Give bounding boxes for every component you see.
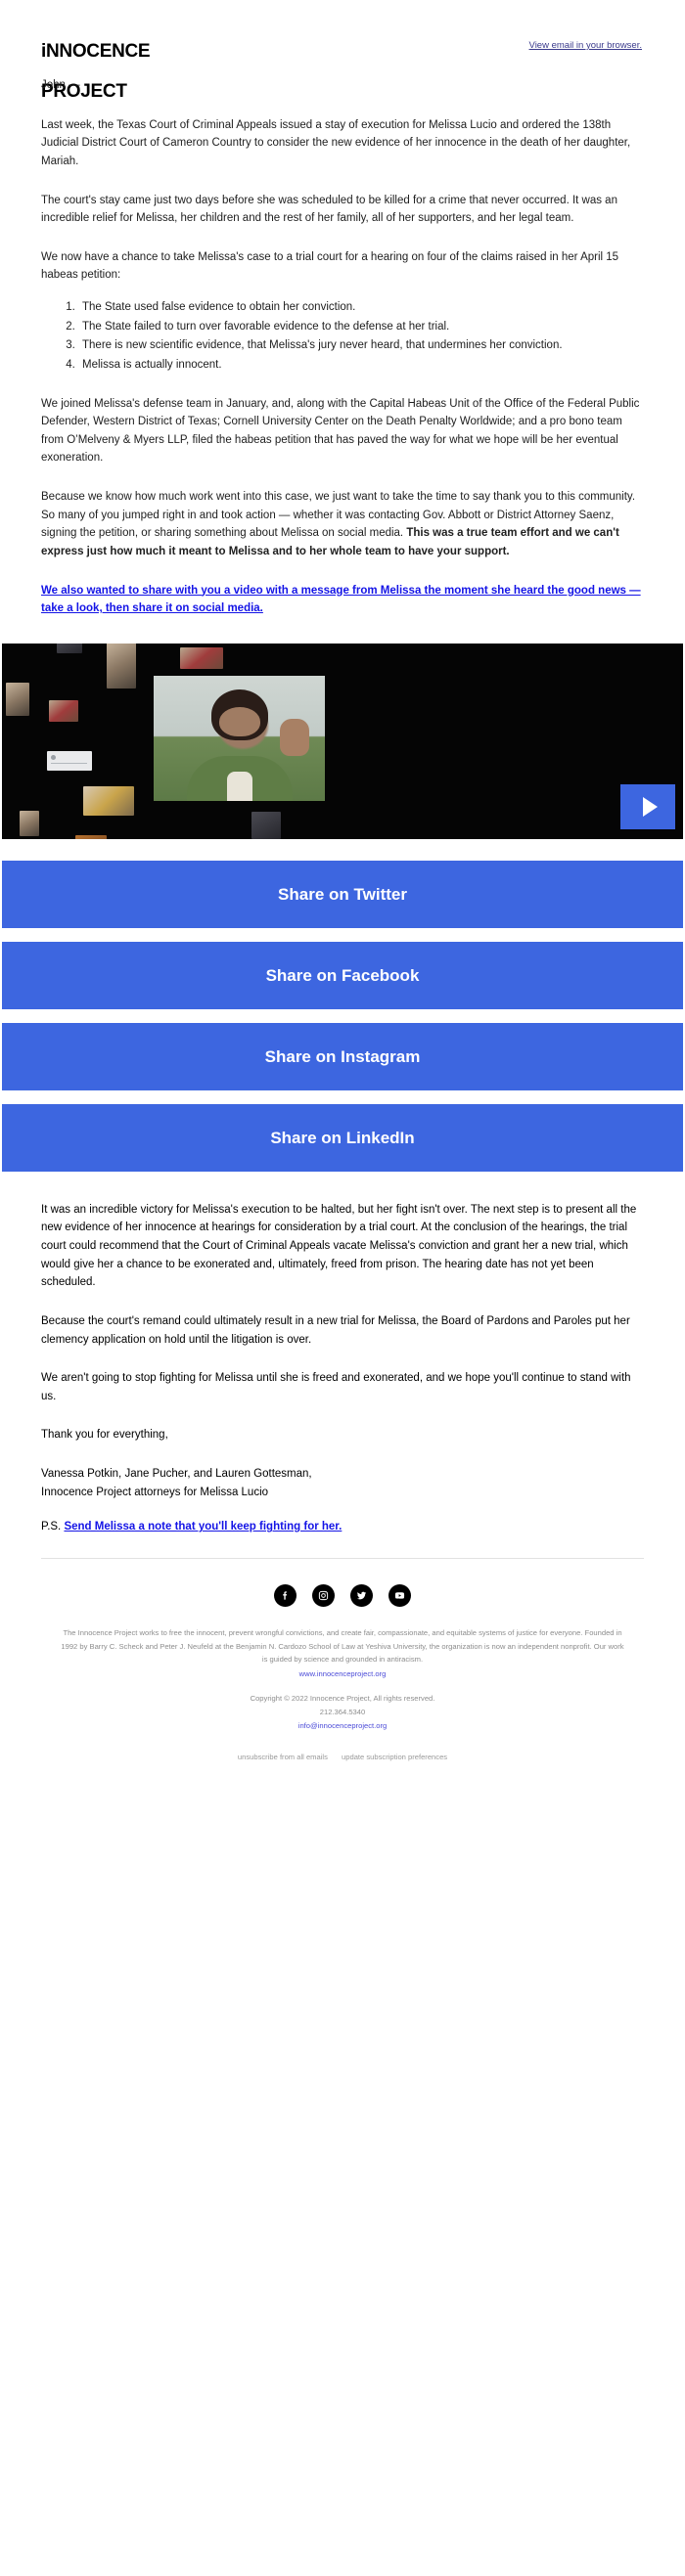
share-buttons: Share on Twitter Share on Facebook Share…	[0, 860, 685, 1172]
email-closing: It was an incredible victory for Melissa…	[0, 1197, 685, 1533]
collage-tile	[20, 810, 39, 836]
collage-tile	[107, 643, 136, 688]
video-subject	[154, 675, 325, 801]
email-header: iNNOCENCE PROJECT View email in your bro…	[0, 0, 685, 101]
thank-you-line: Thank you for everything,	[41, 1429, 168, 1442]
paragraph-2: The court's stay came just two days befo…	[41, 194, 617, 225]
subject-body	[186, 755, 293, 801]
send-melissa-note-link[interactable]: Send Melissa a note that you'll keep fig…	[64, 1521, 342, 1532]
collage-tile	[57, 643, 82, 653]
logo-line-1: iNNOCENCE	[41, 40, 151, 62]
signature: Vanessa Potkin, Jane Pucher, and Lauren …	[41, 1465, 646, 1501]
paragraph-8: We aren't going to stop fighting for Mel…	[41, 1372, 631, 1402]
share-twitter-button[interactable]: Share on Twitter	[2, 860, 683, 928]
signature-names: Vanessa Potkin, Jane Pucher, and Lauren …	[41, 1468, 312, 1480]
email-footer: The Innocence Project works to free the …	[0, 1559, 685, 1799]
subject-waving-hand	[280, 718, 309, 756]
unsubscribe-link[interactable]: unsubscribe from all emails	[238, 1753, 328, 1761]
share-instagram-button[interactable]: Share on Instagram	[2, 1022, 683, 1090]
play-icon	[642, 796, 658, 817]
watch-video-link[interactable]: We also wanted to share with you a video…	[41, 585, 641, 615]
update-preferences-link[interactable]: update subscription preferences	[342, 1753, 447, 1761]
innocence-project-logo: iNNOCENCE PROJECT	[41, 22, 151, 122]
collage-tile	[83, 785, 134, 816]
share-facebook-button[interactable]: Share on Facebook	[2, 941, 683, 1009]
paragraph-7: Because the court's remand could ultimat…	[41, 1314, 630, 1346]
postscript: P.S. Send Melissa a note that you'll kee…	[41, 1521, 646, 1532]
video-block	[0, 643, 685, 839]
list-item: Melissa is actually innocent.	[78, 356, 646, 375]
social-links	[59, 1584, 626, 1608]
view-in-browser-link[interactable]: View email in your browser.	[529, 40, 642, 51]
signature-title: Innocence Project attorneys for Melissa …	[41, 1486, 269, 1498]
email-link[interactable]: info@innocenceproject.org	[298, 1721, 387, 1730]
copyright-block: Copyright © 2022 Innocence Project, All …	[59, 1692, 626, 1733]
collage-tile	[180, 646, 223, 669]
collage-tile	[49, 699, 78, 722]
copyright-text: Copyright © 2022 Innocence Project, All …	[250, 1694, 435, 1704]
website-link[interactable]: www.innocenceproject.org	[59, 1669, 626, 1678]
list-item: The State failed to turn over favorable …	[78, 318, 646, 336]
share-linkedin-button[interactable]: Share on LinkedIn	[2, 1103, 683, 1172]
footer-description: The Innocence Project works to free the …	[61, 1628, 624, 1664]
list-item: There is new scientific evidence, that M…	[78, 336, 646, 355]
paragraph-6: It was an incredible victory for Melissa…	[41, 1203, 637, 1289]
play-button[interactable]	[620, 783, 675, 829]
instagram-icon[interactable]	[312, 1584, 335, 1608]
collage-tile	[75, 834, 107, 839]
subject-head	[210, 688, 268, 740]
ps-label: P.S.	[41, 1521, 65, 1533]
collage-tile	[47, 750, 92, 771]
collage-tile	[251, 811, 281, 839]
paragraph-1: Last week, the Texas Court of Criminal A…	[41, 118, 631, 167]
video-intro-paragraph: We also wanted to share with you a video…	[41, 582, 646, 618]
collage-tile	[6, 682, 29, 716]
paragraph-3: We now have a chance to take Melissa's c…	[41, 250, 619, 282]
twitter-icon[interactable]	[350, 1584, 373, 1608]
habeas-claims-list: The State used false evidence to obtain …	[41, 298, 646, 375]
youtube-icon[interactable]	[388, 1584, 411, 1608]
subject-shirt	[226, 771, 252, 801]
list-item: The State used false evidence to obtain …	[78, 298, 646, 317]
subscription-preferences: unsubscribe from all emails update subsc…	[59, 1753, 626, 1761]
email-container: iNNOCENCE PROJECT View email in your bro…	[0, 0, 685, 1799]
paragraph-5: Because we know how much work went into …	[41, 488, 646, 561]
phone-number: 212.364.5340	[319, 1708, 366, 1717]
video-thumbnail[interactable]	[2, 643, 683, 839]
paragraph-4: We joined Melissa's defense team in Janu…	[41, 397, 640, 465]
email-body: John — Last week, the Texas Court of Cri…	[0, 76, 685, 618]
facebook-icon[interactable]	[274, 1584, 297, 1608]
